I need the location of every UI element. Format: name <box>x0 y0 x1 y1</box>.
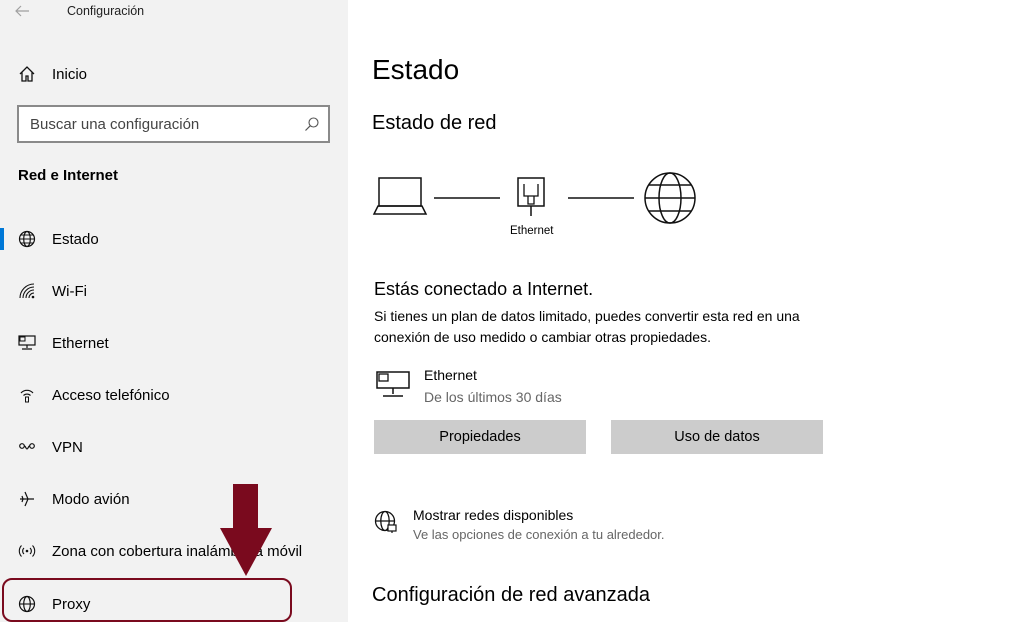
available-networks-subtitle: Ve las opciones de conexión a tu alreded… <box>413 527 665 542</box>
sidebar-item-vpn[interactable]: VPN <box>0 425 348 469</box>
sidebar-item-ethernet[interactable]: Ethernet <box>0 321 348 365</box>
home-label: Inicio <box>52 65 88 83</box>
properties-button[interactable]: Propiedades <box>374 420 586 454</box>
sidebar-item-wifi[interactable]: Wi-Fi <box>0 269 348 313</box>
search-input[interactable] <box>19 107 289 141</box>
app-title: Configuración <box>67 4 145 18</box>
connection-item: Ethernet De los últimos 30 días <box>374 364 674 408</box>
vpn-icon <box>19 443 35 450</box>
main-content: Estado Estado de red Ethernet Estás cone… <box>348 0 1024 622</box>
title-bar: Configuración <box>0 0 348 24</box>
sidebar-item-zona-cobertura[interactable]: Zona con cobertura inalámbrica móvil <box>0 529 348 573</box>
connection-status: Estás conectado a Internet. <box>374 279 594 299</box>
back-arrow-icon[interactable] <box>14 4 30 18</box>
dialup-icon <box>20 389 34 403</box>
home-nav-item[interactable]: Inicio <box>18 62 87 86</box>
sidebar-item-modo-avion[interactable]: Modo avión <box>0 477 348 521</box>
globe-network-icon <box>374 510 397 533</box>
connection-description: Si tienes un plan de datos limitado, pue… <box>374 308 800 345</box>
connection-name: Ethernet <box>424 367 477 383</box>
airplane-icon <box>20 491 34 507</box>
connection-subtitle: De los últimos 30 días <box>424 389 562 405</box>
globe-icon <box>18 230 36 248</box>
ethernet-icon <box>376 371 410 397</box>
ethernet-port-icon <box>517 177 545 216</box>
search-icon[interactable] <box>304 116 320 132</box>
section-title: Red e Internet <box>18 167 119 184</box>
annotation-arrow-shaft <box>233 484 258 530</box>
wifi-icon <box>19 283 35 299</box>
diagram-caption: Ethernet <box>510 225 554 237</box>
selection-indicator <box>0 228 4 250</box>
sidebar-item-label: Ethernet <box>52 334 109 352</box>
show-available-networks[interactable]: Mostrar redes disponibles Ve las opcione… <box>374 506 774 546</box>
annotation-arrow-head <box>220 528 272 576</box>
hotspot-icon <box>18 545 36 557</box>
advanced-settings-heading: Configuración de red avanzada <box>372 584 650 606</box>
sidebar-item-label: VPN <box>52 438 83 456</box>
laptop-icon <box>372 177 428 215</box>
network-diagram: Ethernet <box>372 168 702 248</box>
sidebar-item-label: Modo avión <box>52 490 130 508</box>
network-diagram-graphic <box>372 172 696 224</box>
data-usage-button[interactable]: Uso de datos <box>611 420 823 454</box>
home-icon <box>19 66 35 82</box>
sidebar-item-acceso-telefonico[interactable]: Acceso telefónico <box>0 373 348 417</box>
sidebar-item-label: Wi-Fi <box>52 282 87 300</box>
sidebar: Configuración Inicio Red e Internet Esta… <box>0 0 348 622</box>
sidebar-item-label: Acceso telefónico <box>52 386 170 404</box>
ethernet-icon <box>18 335 36 350</box>
back-button[interactable] <box>14 1 38 21</box>
sidebar-item-estado[interactable]: Estado <box>0 217 348 261</box>
globe-icon <box>644 172 696 224</box>
network-status-heading: Estado de red <box>372 112 497 134</box>
sidebar-item-label: Estado <box>52 230 99 248</box>
page-title: Estado <box>372 54 460 85</box>
search-box[interactable] <box>17 105 330 143</box>
annotation-highlight <box>2 578 292 622</box>
available-networks-title[interactable]: Mostrar redes disponibles <box>413 507 573 523</box>
